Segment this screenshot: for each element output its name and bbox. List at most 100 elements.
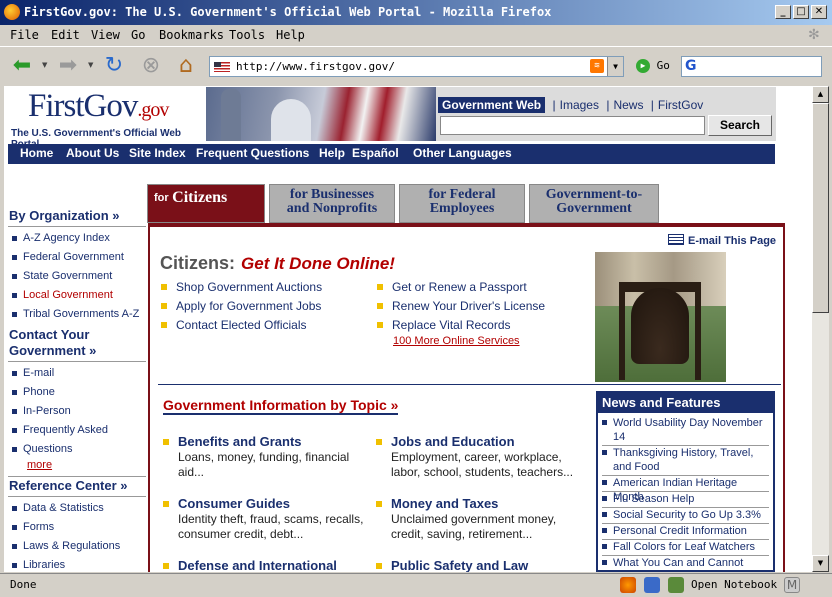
tab-citizens[interactable]: for Citizens: [147, 184, 265, 223]
search-tab-government-web[interactable]: Government Web: [438, 97, 546, 113]
rss-feed-icon[interactable]: ≋: [590, 59, 604, 73]
tab-government-to-government[interactable]: Government-to- Government: [529, 184, 659, 223]
logo-suffix: .gov: [137, 99, 169, 121]
forward-dropdown-icon[interactable]: ▼: [88, 61, 93, 69]
sidebar-item-faq-cont[interactable]: Questions: [12, 443, 73, 455]
search-bar[interactable]: G: [681, 56, 822, 77]
nav-help[interactable]: Help: [319, 146, 345, 160]
topic-desc: labor, school, students, teachers...: [391, 465, 574, 479]
menu-tools[interactable]: Tools: [229, 28, 265, 42]
menu-file[interactable]: File: [10, 28, 39, 42]
topic-title[interactable]: Benefits and Grants: [178, 434, 373, 450]
maximize-button[interactable]: □: [793, 5, 809, 19]
tab-federal-employees[interactable]: for Federal Employees: [399, 184, 525, 223]
statue-of-liberty-image: [221, 89, 241, 141]
go-button[interactable]: ▶ Go: [636, 59, 670, 73]
sidebar-heading-reference[interactable]: Reference Center »: [9, 478, 128, 494]
nav-other-languages[interactable]: Other Languages: [413, 146, 512, 160]
sidebar-item-forms[interactable]: Forms: [12, 521, 54, 533]
search-tab-firstgov[interactable]: FirstGov: [658, 98, 703, 112]
service-link-auctions[interactable]: Shop Government Auctions: [161, 280, 322, 294]
sidebar-more-link[interactable]: more: [27, 459, 52, 471]
sidebar-item-libraries[interactable]: Libraries: [12, 559, 65, 571]
nav-site-index[interactable]: Site Index: [129, 146, 186, 160]
news-item[interactable]: Personal Credit Information: [602, 524, 769, 538]
sidebar-item-data-statistics[interactable]: Data & Statistics: [12, 502, 104, 514]
topic-title[interactable]: Consumer Guides: [178, 496, 373, 512]
home-icon[interactable]: ⌂: [172, 53, 200, 79]
email-this-page-link[interactable]: E-mail This Page: [668, 234, 776, 247]
search-tab-images[interactable]: Images: [560, 98, 599, 112]
menu-bookmarks[interactable]: Bookmarks: [159, 28, 224, 42]
minimize-button[interactable]: _: [775, 5, 791, 19]
close-button[interactable]: ✕: [811, 5, 827, 19]
nav-frequent-questions[interactable]: Frequent Questions: [196, 146, 309, 160]
address-bar[interactable]: http://www.firstgov.gov/ ≋ ▼: [209, 56, 624, 77]
news-item[interactable]: Thanksgiving History, Travel, and Food: [602, 446, 769, 474]
open-notebook-label[interactable]: Open Notebook: [691, 578, 777, 591]
back-dropdown-icon[interactable]: ▼: [42, 61, 47, 69]
news-item[interactable]: What You Can and Cannot Take: [602, 556, 769, 572]
topic-title[interactable]: Defense and International: [178, 558, 373, 572]
scrollbar-thumb[interactable]: [812, 103, 829, 313]
topic-heading-link[interactable]: Government Information by Topic »: [163, 397, 399, 415]
service-link-officials[interactable]: Contact Elected Officials: [161, 318, 307, 332]
email-icon: [668, 234, 684, 245]
menu-help[interactable]: Help: [276, 28, 305, 42]
sidebar-item-tribal[interactable]: Tribal Governments A-Z: [12, 308, 139, 320]
topic-benefits: Benefits and Grants Loans, money, fundin…: [163, 434, 373, 480]
sidebar-heading-contact-line2[interactable]: Government »: [9, 343, 96, 359]
sidebar-item-agency-index[interactable]: A-Z Agency Index: [12, 232, 110, 244]
nav-about-us[interactable]: About Us: [66, 146, 119, 160]
sidebar-item-email[interactable]: E-mail: [12, 367, 54, 379]
go-arrow-icon: ▶: [636, 59, 650, 73]
site-search-input[interactable]: [440, 116, 705, 135]
menu-go[interactable]: Go: [131, 28, 145, 42]
google-search-icon[interactable]: G: [685, 58, 697, 74]
more-online-services-link[interactable]: 100 More Online Services: [393, 335, 520, 347]
address-dropdown-icon[interactable]: ▼: [607, 57, 623, 76]
css-icon[interactable]: [644, 577, 660, 593]
firstgov-logo[interactable]: FirstGov.gov The U.S. Government's Offic…: [8, 86, 208, 150]
tab-businesses[interactable]: for Businesses and Nonprofits: [269, 184, 395, 223]
topic-title[interactable]: Money and Taxes: [391, 496, 591, 512]
sidebar-item-in-person[interactable]: In-Person: [12, 405, 71, 417]
nav-espanol[interactable]: Español: [352, 146, 399, 160]
nav-home[interactable]: Home: [20, 146, 53, 160]
notebook-icon[interactable]: [668, 577, 684, 593]
sidebar-item-state[interactable]: State Government: [12, 270, 112, 282]
topic-title[interactable]: Jobs and Education: [391, 434, 591, 450]
topic-title[interactable]: Public Safety and Law: [391, 558, 591, 572]
vertical-scrollbar[interactable]: ▲ ▼: [812, 86, 829, 572]
service-link-vital-records[interactable]: Replace Vital Records: [377, 318, 511, 332]
news-item[interactable]: World Usability Day November 14: [602, 416, 769, 444]
sidebar-heading-organization[interactable]: By Organization »: [9, 208, 120, 224]
mail-icon[interactable]: M: [784, 577, 800, 593]
sidebar-heading-contact-line1[interactable]: Contact Your: [9, 327, 89, 343]
search-tab-news[interactable]: News: [613, 98, 643, 112]
news-item[interactable]: Flu Season Help: [602, 492, 769, 506]
topic-desc: consumer credit, debt...: [178, 527, 304, 541]
service-link-jobs[interactable]: Apply for Government Jobs: [161, 299, 321, 313]
menu-view[interactable]: View: [91, 28, 120, 42]
sidebar-item-faq[interactable]: Frequently Asked: [12, 424, 108, 436]
window-title: FirstGov.gov: The U.S. Government's Offi…: [24, 5, 552, 19]
stop-icon[interactable]: ⊗: [137, 53, 165, 79]
sidebar-item-phone[interactable]: Phone: [12, 386, 55, 398]
news-item[interactable]: Social Security to Go Up 3.3%: [602, 508, 769, 522]
firefox-status-icon[interactable]: [620, 577, 636, 593]
service-link-passport[interactable]: Get or Renew a Passport: [377, 280, 527, 294]
scroll-up-icon[interactable]: ▲: [812, 86, 829, 103]
service-link-drivers-license[interactable]: Renew Your Driver's License: [377, 299, 545, 313]
forward-icon[interactable]: ➡: [54, 53, 82, 79]
reload-icon[interactable]: ↻: [100, 53, 128, 79]
sidebar-item-laws[interactable]: Laws & Regulations: [12, 540, 120, 552]
back-icon[interactable]: ⬅: [8, 53, 36, 79]
sidebar-item-federal[interactable]: Federal Government: [12, 251, 124, 263]
search-button[interactable]: Search: [708, 115, 772, 136]
scroll-down-icon[interactable]: ▼: [812, 555, 829, 572]
sidebar-item-local[interactable]: Local Government: [12, 289, 113, 301]
menu-edit[interactable]: Edit: [51, 28, 80, 42]
news-item[interactable]: Fall Colors for Leaf Watchers: [602, 540, 769, 554]
address-input[interactable]: http://www.firstgov.gov/: [236, 60, 395, 73]
